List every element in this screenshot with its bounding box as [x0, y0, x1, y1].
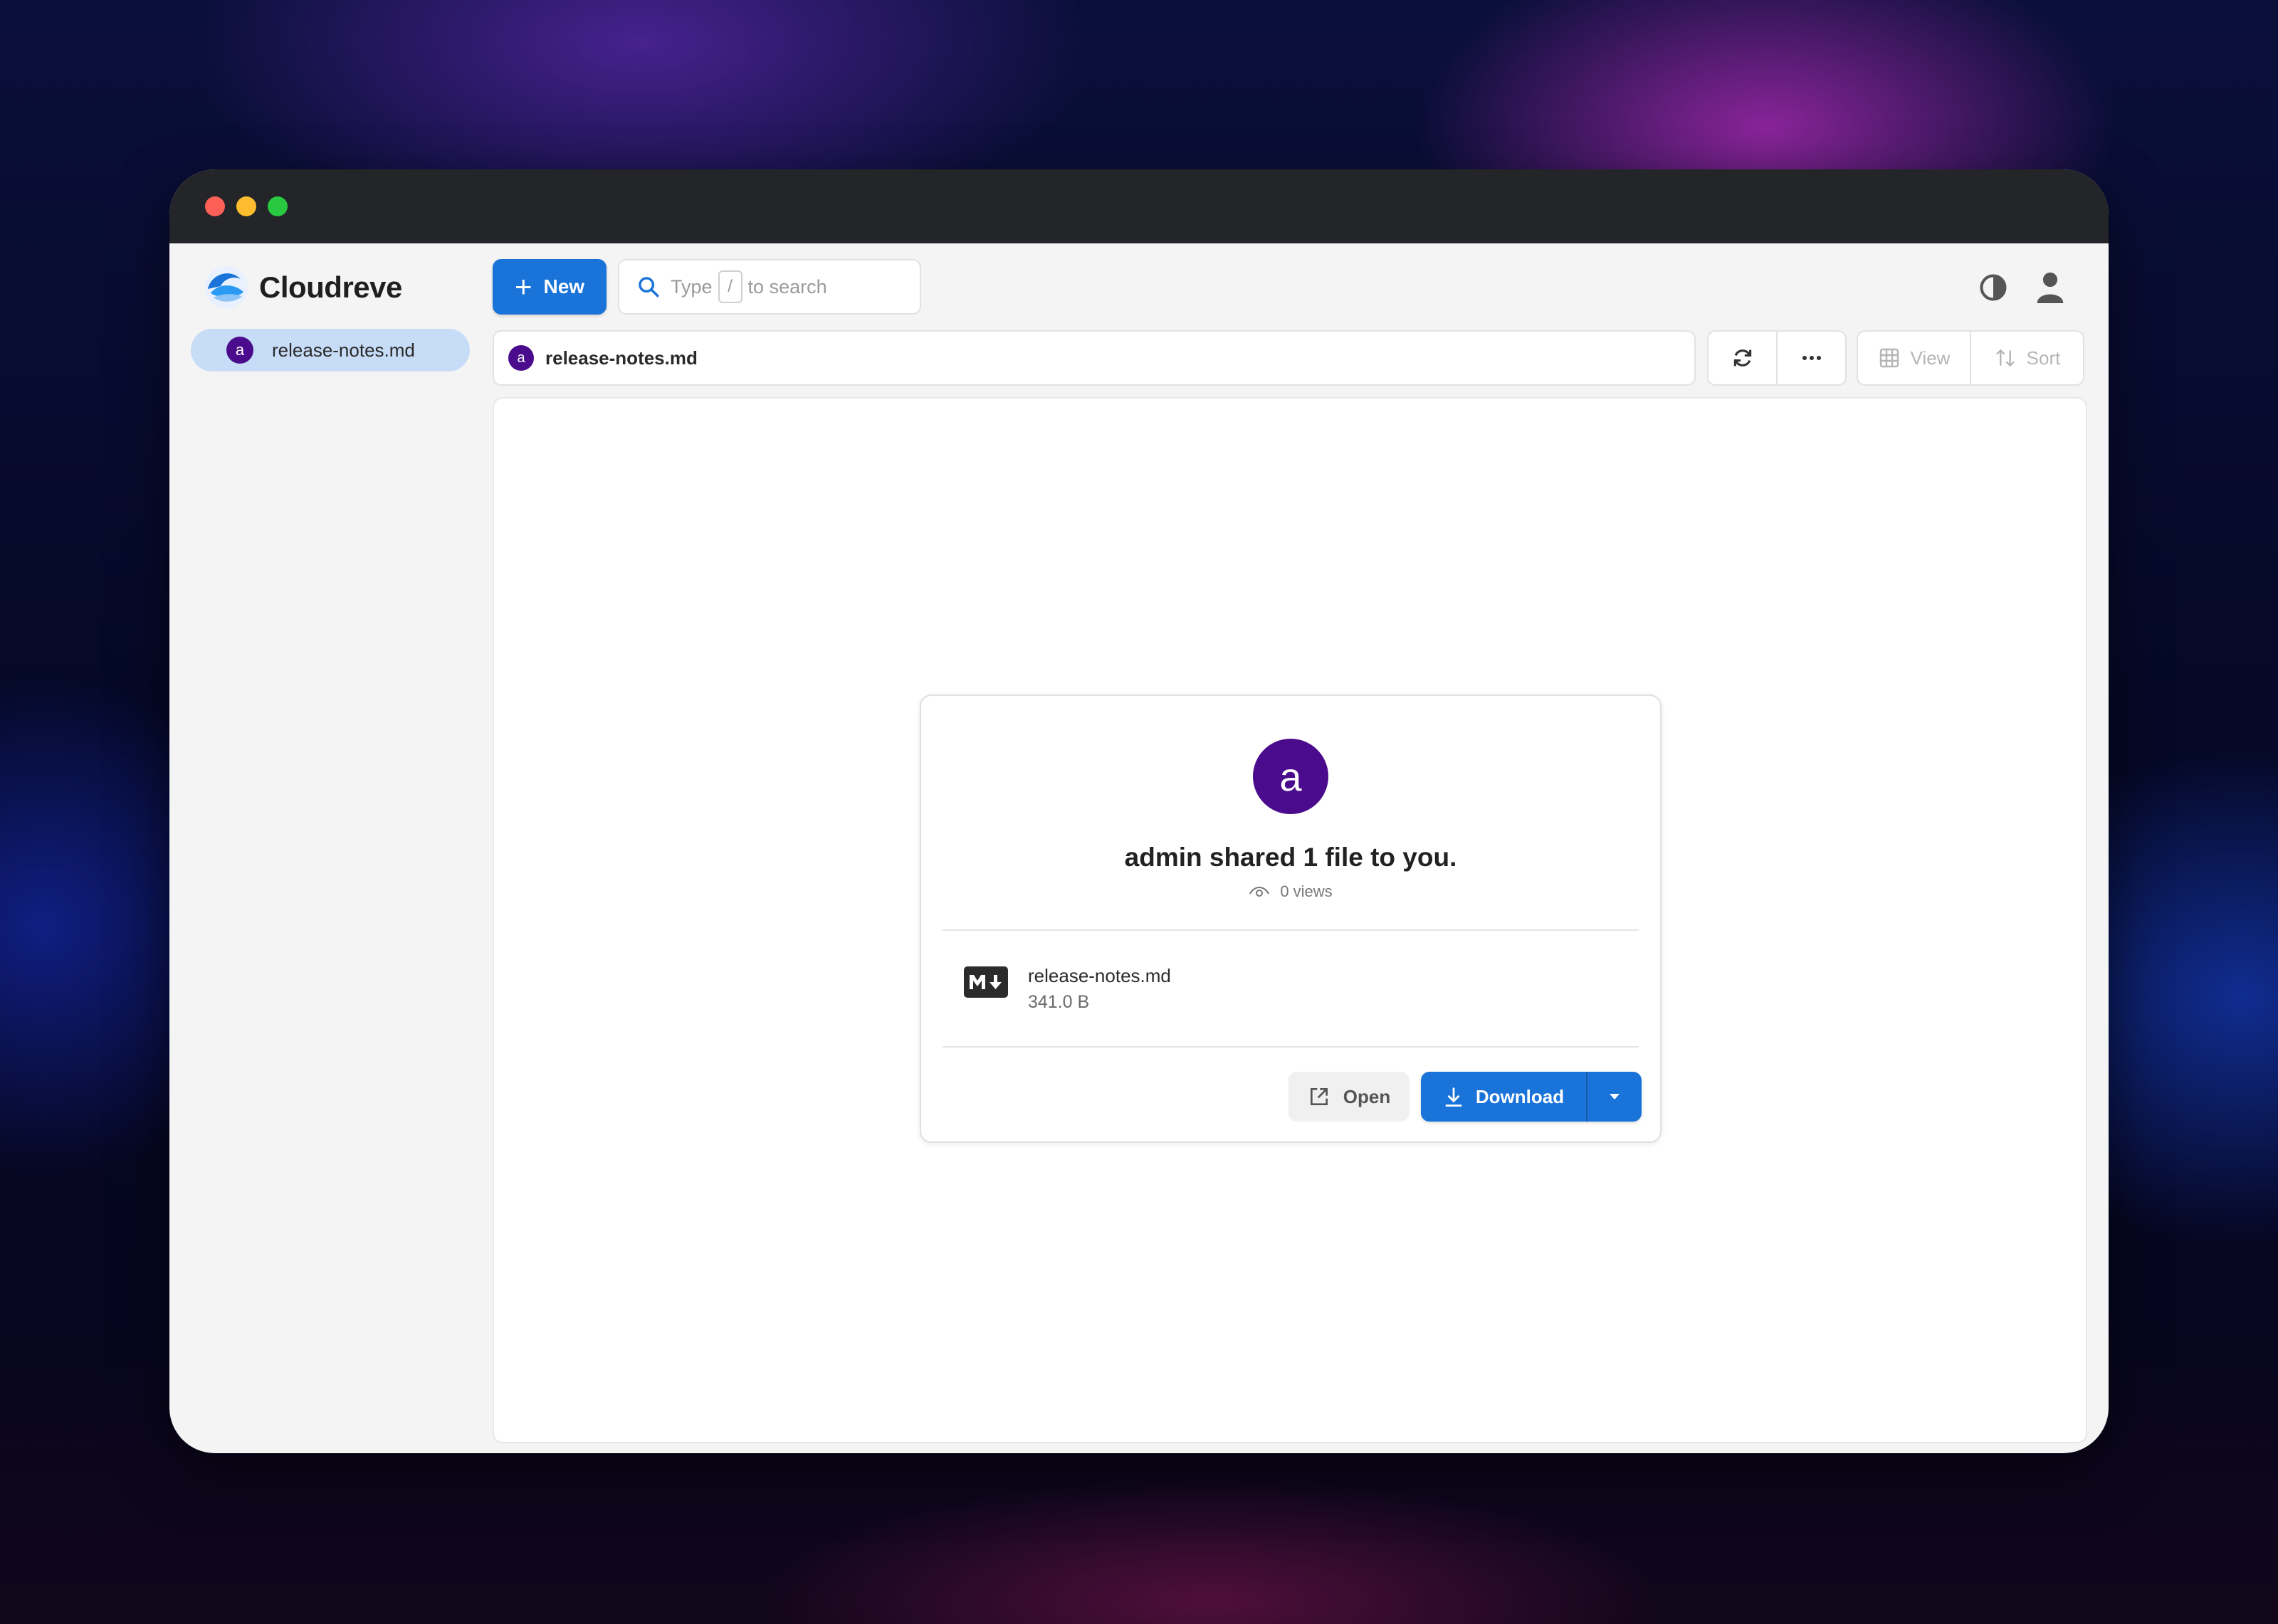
download-button[interactable]: Download	[1421, 1072, 1586, 1122]
maximize-window-button[interactable]	[268, 196, 288, 216]
app-name: Cloudreve	[259, 270, 402, 304]
eye-icon	[1249, 887, 1270, 897]
app-logo[interactable]: Cloudreve	[204, 265, 402, 310]
more-options-button[interactable]	[1776, 332, 1845, 384]
view-button[interactable]: View	[1858, 332, 1970, 384]
download-button-label: Download	[1475, 1085, 1565, 1107]
sidebar-item-label: release-notes.md	[272, 339, 415, 361]
download-split-button: Download	[1421, 1072, 1642, 1122]
search-shortcut-key: /	[718, 270, 742, 303]
grid-view-icon	[1879, 348, 1899, 368]
open-button[interactable]: Open	[1288, 1072, 1410, 1122]
close-window-button[interactable]	[205, 196, 225, 216]
new-button[interactable]: + New	[493, 259, 607, 315]
view-sort-group: View Sort	[1857, 330, 2084, 386]
theme-toggle-icon[interactable]	[1978, 272, 2009, 303]
open-button-label: Open	[1343, 1085, 1391, 1107]
avatar: a	[508, 345, 534, 371]
markdown-file-icon	[964, 966, 1008, 998]
action-group	[1707, 330, 1847, 386]
user-avatar-icon[interactable]	[2035, 270, 2066, 305]
more-horizontal-icon	[1802, 356, 1821, 360]
share-card: a admin shared 1 file to you. 0 views re…	[920, 695, 1662, 1143]
search-hint-suffix: to search	[747, 275, 827, 297]
breadcrumb-item[interactable]: release-notes.md	[545, 347, 698, 369]
view-count: 0 views	[921, 882, 1660, 901]
sort-button[interactable]: Sort	[1970, 332, 2083, 384]
sidebar: Cloudreve a release-notes.md	[169, 243, 483, 1453]
refresh-button[interactable]	[1708, 332, 1776, 384]
caret-down-icon	[1610, 1094, 1620, 1100]
avatar: a	[226, 337, 253, 364]
top-bar: + New Type / to search	[493, 259, 2109, 316]
divider	[943, 1046, 1639, 1048]
share-title: admin shared 1 file to you.	[1124, 843, 1457, 872]
sort-button-label: Sort	[2026, 347, 2061, 369]
search-input[interactable]: Type / to search	[618, 259, 921, 315]
owner-avatar[interactable]: a	[1253, 739, 1328, 814]
file-size: 341.0 B	[1028, 992, 1090, 1012]
sidebar-item-release-notes[interactable]: a release-notes.md	[191, 329, 470, 371]
download-options-button[interactable]	[1586, 1072, 1642, 1122]
sort-icon	[1995, 349, 2015, 367]
refresh-icon	[1733, 349, 1751, 367]
view-button-label: View	[1910, 347, 1951, 369]
download-icon	[1445, 1087, 1462, 1107]
divider	[943, 929, 1639, 931]
minimize-window-button[interactable]	[236, 196, 256, 216]
plus-icon: +	[514, 270, 532, 303]
search-icon	[639, 277, 659, 297]
breadcrumb[interactable]: a release-notes.md	[493, 330, 1696, 386]
open-external-icon	[1310, 1088, 1328, 1105]
new-button-label: New	[543, 275, 585, 297]
search-hint-prefix: Type	[671, 275, 713, 297]
file-name[interactable]: release-notes.md	[1028, 965, 1171, 987]
cloudreve-logo-icon	[205, 266, 248, 309]
view-count-label: 0 views	[1280, 882, 1333, 900]
title-bar	[169, 169, 2109, 243]
